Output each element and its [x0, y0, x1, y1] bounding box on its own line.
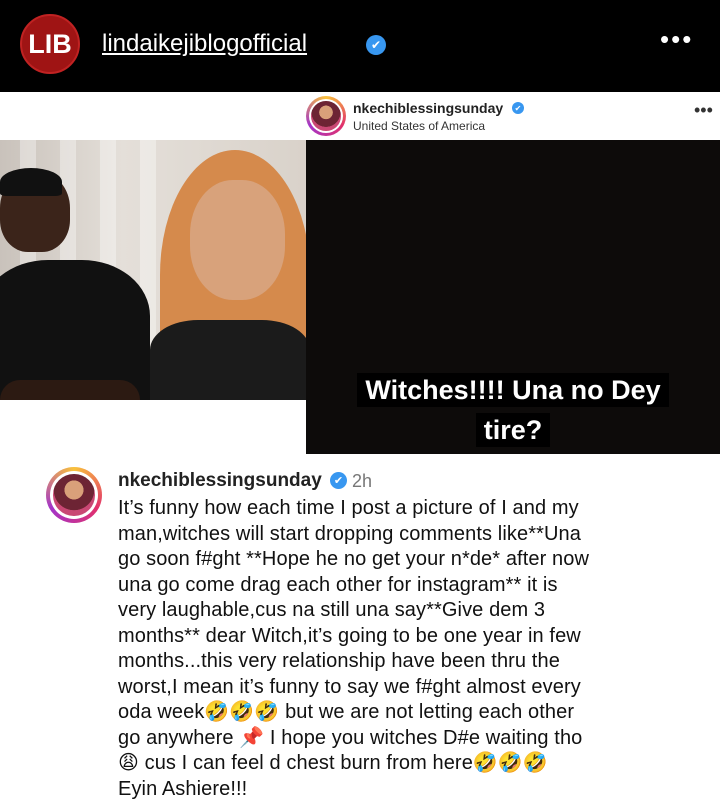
couple-photo [0, 140, 306, 400]
comment-body: It’s funny how each time I post a pictur… [118, 496, 718, 802]
profile-avatar[interactable]: LIB [20, 14, 80, 74]
story-caption-line1: Witches!!!! Una no Dey [357, 373, 669, 407]
comment-username[interactable]: nkechiblessingsunday [118, 470, 322, 492]
comment-avatar[interactable] [46, 467, 102, 523]
avatar-photo [311, 101, 341, 131]
story-location[interactable]: United States of America [353, 119, 485, 133]
story-caption: Witches!!!! Una no Dey tire? [306, 370, 720, 450]
comment-line: go anywhere 📌 I hope you witches D#e wai… [118, 726, 583, 749]
comment-line: oda week🤣🤣🤣 but we are not letting each … [118, 701, 575, 723]
comment-verified-icon: ✔ [330, 472, 347, 489]
comment-line: Eyin Ashiere!!! [118, 777, 248, 800]
more-options-icon[interactable]: ••• [660, 24, 693, 55]
comment-line: months...this very relationship have bee… [118, 650, 560, 672]
story-verified-icon: ✔ [512, 102, 524, 114]
avatar-photo [53, 474, 95, 516]
comment-line: man,witches will start dropping comments… [118, 522, 581, 545]
story-panel: Witches!!!! Una no Dey tire? [306, 140, 720, 454]
story-avatar[interactable] [306, 96, 346, 136]
account-username[interactable]: lindaikejiblogofficial [102, 30, 307, 58]
post-image: nkechiblessingsunday ✔ United States of … [0, 92, 720, 812]
story-more-icon[interactable]: ••• [694, 100, 713, 121]
comment-line: 😩 cus I can feel d chest burn from here🤣… [118, 752, 548, 774]
app-header: LIB lindaikejiblogofficial ✔ ••• [0, 0, 720, 92]
comment-line: worst,I mean it’s funny to say we f#ght … [118, 675, 581, 698]
verified-badge-icon: ✔ [366, 35, 386, 55]
logo-text: LIB [28, 28, 72, 59]
story-caption-line2: tire? [475, 413, 551, 447]
comment-line: go soon f#ght **Hope he no get your n*de… [118, 548, 589, 570]
comment-line: very laughable,cus na still una say**Giv… [118, 599, 546, 621]
comment-line: una go come drag each other for instagra… [118, 573, 558, 596]
comment-line: months** dear Witch,it’s going to be one… [118, 624, 581, 647]
story-username[interactable]: nkechiblessingsunday [353, 100, 503, 116]
comment-line: It’s funny how each time I post a pictur… [118, 497, 579, 519]
comment-timestamp: 2h [352, 471, 373, 491]
